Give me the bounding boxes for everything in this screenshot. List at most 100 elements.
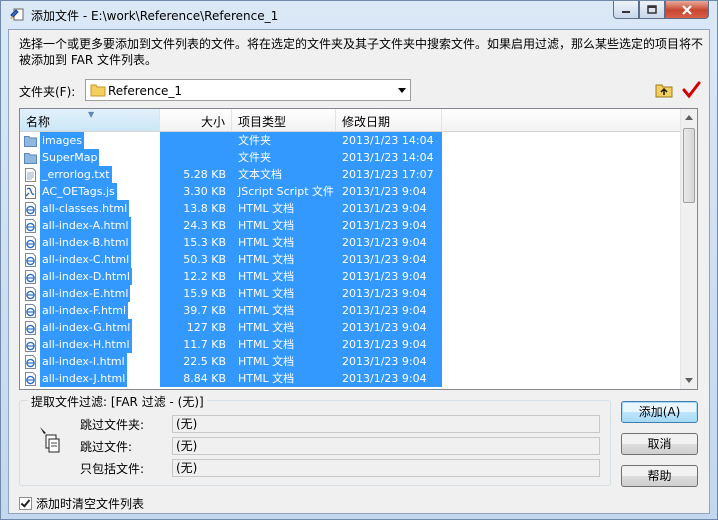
file-size: 12.2 KB <box>160 268 232 285</box>
title-bar[interactable]: 添加文件 - E:\work\Reference\Reference_1 <box>1 1 717 27</box>
file-modified-date: 2013/1/23 9:04 <box>336 251 442 268</box>
html-file-icon <box>24 235 37 250</box>
file-row[interactable]: AC_OETags.js 3.30 KB JScript Script 文件 2013… <box>20 183 680 200</box>
file-row[interactable]: all-index-G.html 127 KB HTML 文档 2013/1/23 9… <box>20 319 680 336</box>
file-name-cell: all-index-G.html <box>20 319 160 336</box>
file-row[interactable]: all-index-J.html 8.84 KB HTML 文档 2013/1/23 … <box>20 370 680 387</box>
file-modified-date: 2013/1/23 9:04 <box>336 183 442 200</box>
column-header-size[interactable]: 大小 <box>160 109 232 131</box>
file-size: 13.8 KB <box>160 200 232 217</box>
skip-folders-label: 跳过文件夹: <box>80 418 145 432</box>
add-file-app-icon <box>10 8 24 21</box>
scroll-up-arrow-icon[interactable] <box>685 115 693 120</box>
file-type: 文本文档 <box>232 166 336 183</box>
file-modified-date: 2013/1/23 14:04 <box>336 132 442 149</box>
file-size: 11.7 KB <box>160 336 232 353</box>
file-modified-date: 2013/1/23 14:04 <box>336 149 442 166</box>
scrollbar-thumb[interactable] <box>683 128 695 203</box>
window-title: 添加文件 - E:\work\Reference\Reference_1 <box>31 9 279 23</box>
file-name-cell: all-index-C.html <box>20 251 160 268</box>
file-name: all-index-E.html <box>40 285 131 302</box>
file-row[interactable]: SuperMap 文件夹 2013/1/23 14:04 <box>20 149 680 166</box>
caption-buttons <box>613 1 709 20</box>
skip-folders-field: (无) <box>172 415 600 433</box>
vertical-scrollbar[interactable] <box>680 109 697 389</box>
file-name: AC_OETags.js <box>40 183 117 200</box>
file-size: 39.7 KB <box>160 302 232 319</box>
file-name-cell: all-index-D.html <box>20 268 160 285</box>
filter-group-title: 提取文件过滤: [FAR 过滤 - (无)] <box>28 393 207 410</box>
file-type: 文件夹 <box>232 149 336 166</box>
file-name-cell: all-index-A.html <box>20 217 160 234</box>
close-button[interactable] <box>665 1 709 19</box>
file-row[interactable]: all-index-F.html 39.7 KB HTML 文档 2013/1/23 … <box>20 302 680 319</box>
file-name-cell: images <box>20 132 160 149</box>
file-name: all-index-H.html <box>40 336 132 353</box>
file-name-cell: all-index-H.html <box>20 336 160 353</box>
file-filter-icon <box>40 427 60 453</box>
file-size: 24.3 KB <box>160 217 232 234</box>
file-name-cell: _errorlog.txt <box>20 166 160 183</box>
file-name: all-index-I.html <box>40 353 127 370</box>
file-modified-date: 2013/1/23 9:04 <box>336 200 442 217</box>
file-row[interactable]: all-index-A.html 24.3 KB HTML 文档 2013/1/23 … <box>20 217 680 234</box>
file-type: HTML 文档 <box>232 251 336 268</box>
checkmark-icon[interactable] <box>681 80 701 100</box>
file-row[interactable]: all-classes.html 13.8 KB HTML 文档 2013/1/23 … <box>20 200 680 217</box>
html-file-icon <box>24 371 37 386</box>
file-name: images <box>40 132 84 149</box>
file-type: HTML 文档 <box>232 319 336 336</box>
file-name-cell: all-index-J.html <box>20 370 160 387</box>
file-name: SuperMap <box>40 149 100 166</box>
file-row[interactable]: all-index-D.html 12.2 KB HTML 文档 2013/1/23 … <box>20 268 680 285</box>
column-header-date[interactable]: 修改日期 <box>336 109 442 131</box>
help-button[interactable]: 帮助 <box>621 465 698 487</box>
file-size <box>160 132 232 149</box>
folder-icon <box>24 134 37 148</box>
file-size: 5.28 KB <box>160 166 232 183</box>
file-name: all-index-A.html <box>40 217 131 234</box>
column-header-type[interactable]: 项目类型 <box>232 109 336 131</box>
file-modified-date: 2013/1/23 9:04 <box>336 234 442 251</box>
file-row[interactable]: images 文件夹 2013/1/23 14:04 <box>20 132 680 149</box>
column-size-label: 大小 <box>200 115 225 129</box>
folder-icon <box>24 151 37 165</box>
file-type: HTML 文档 <box>232 285 336 302</box>
file-row[interactable]: all-index-H.html 11.7 KB HTML 文档 2013/1/23 … <box>20 336 680 353</box>
add-button[interactable]: 添加(A) <box>621 401 698 423</box>
file-row[interactable]: _errorlog.txt 5.28 KB 文本文档 2013/1/23 17:07 <box>20 166 680 183</box>
clear-on-add-label: 添加时清空文件列表 <box>36 497 145 511</box>
file-size: 22.5 KB <box>160 353 232 370</box>
folder-dropdown[interactable]: Reference_1 <box>85 79 411 101</box>
file-type: HTML 文档 <box>232 336 336 353</box>
html-file-icon <box>24 303 37 318</box>
html-file-icon <box>24 354 37 369</box>
column-header-name[interactable]: ▼ 名称 <box>20 109 160 131</box>
file-modified-date: 2013/1/23 9:04 <box>336 302 442 319</box>
minimize-icon <box>622 10 630 13</box>
folder-up-icon[interactable] <box>655 82 673 98</box>
file-row[interactable]: all-index-B.html 15.3 KB HTML 文档 2013/1/23 … <box>20 234 680 251</box>
file-type: HTML 文档 <box>232 370 336 387</box>
file-row[interactable]: all-index-C.html 50.3 KB HTML 文档 2013/1/23 … <box>20 251 680 268</box>
file-type: HTML 文档 <box>232 217 336 234</box>
folder-icon <box>90 84 106 97</box>
file-size: 15.9 KB <box>160 285 232 302</box>
filter-group: 提取文件过滤: [FAR 过滤 - (无)] 跳过文件夹: (无) 跳过文件: … <box>19 393 611 486</box>
file-row[interactable]: all-index-I.html 22.5 KB HTML 文档 2013/1/23 … <box>20 353 680 370</box>
minimize-button[interactable] <box>613 1 639 19</box>
column-header-filler <box>442 109 680 131</box>
file-type: 文件夹 <box>232 132 336 149</box>
maximize-button[interactable] <box>639 1 665 19</box>
column-name-label: 名称 <box>26 115 51 129</box>
file-row[interactable]: all-index-E.html 15.9 KB HTML 文档 2013/1/23 … <box>20 285 680 302</box>
script-file-icon <box>24 184 37 199</box>
cancel-button[interactable]: 取消 <box>621 433 698 455</box>
file-name-cell: all-index-I.html <box>20 353 160 370</box>
file-list[interactable]: ▼ 名称 大小 项目类型 修改日期 images 文件夹 2013/1/23 14:… <box>19 108 698 390</box>
scroll-down-arrow-icon[interactable] <box>685 378 693 383</box>
folder-label: 文件夹(F): <box>19 85 76 99</box>
file-size: 50.3 KB <box>160 251 232 268</box>
checkbox-checked-icon[interactable] <box>19 497 32 510</box>
clear-on-add-checkbox[interactable]: 添加时清空文件列表 <box>19 495 144 512</box>
